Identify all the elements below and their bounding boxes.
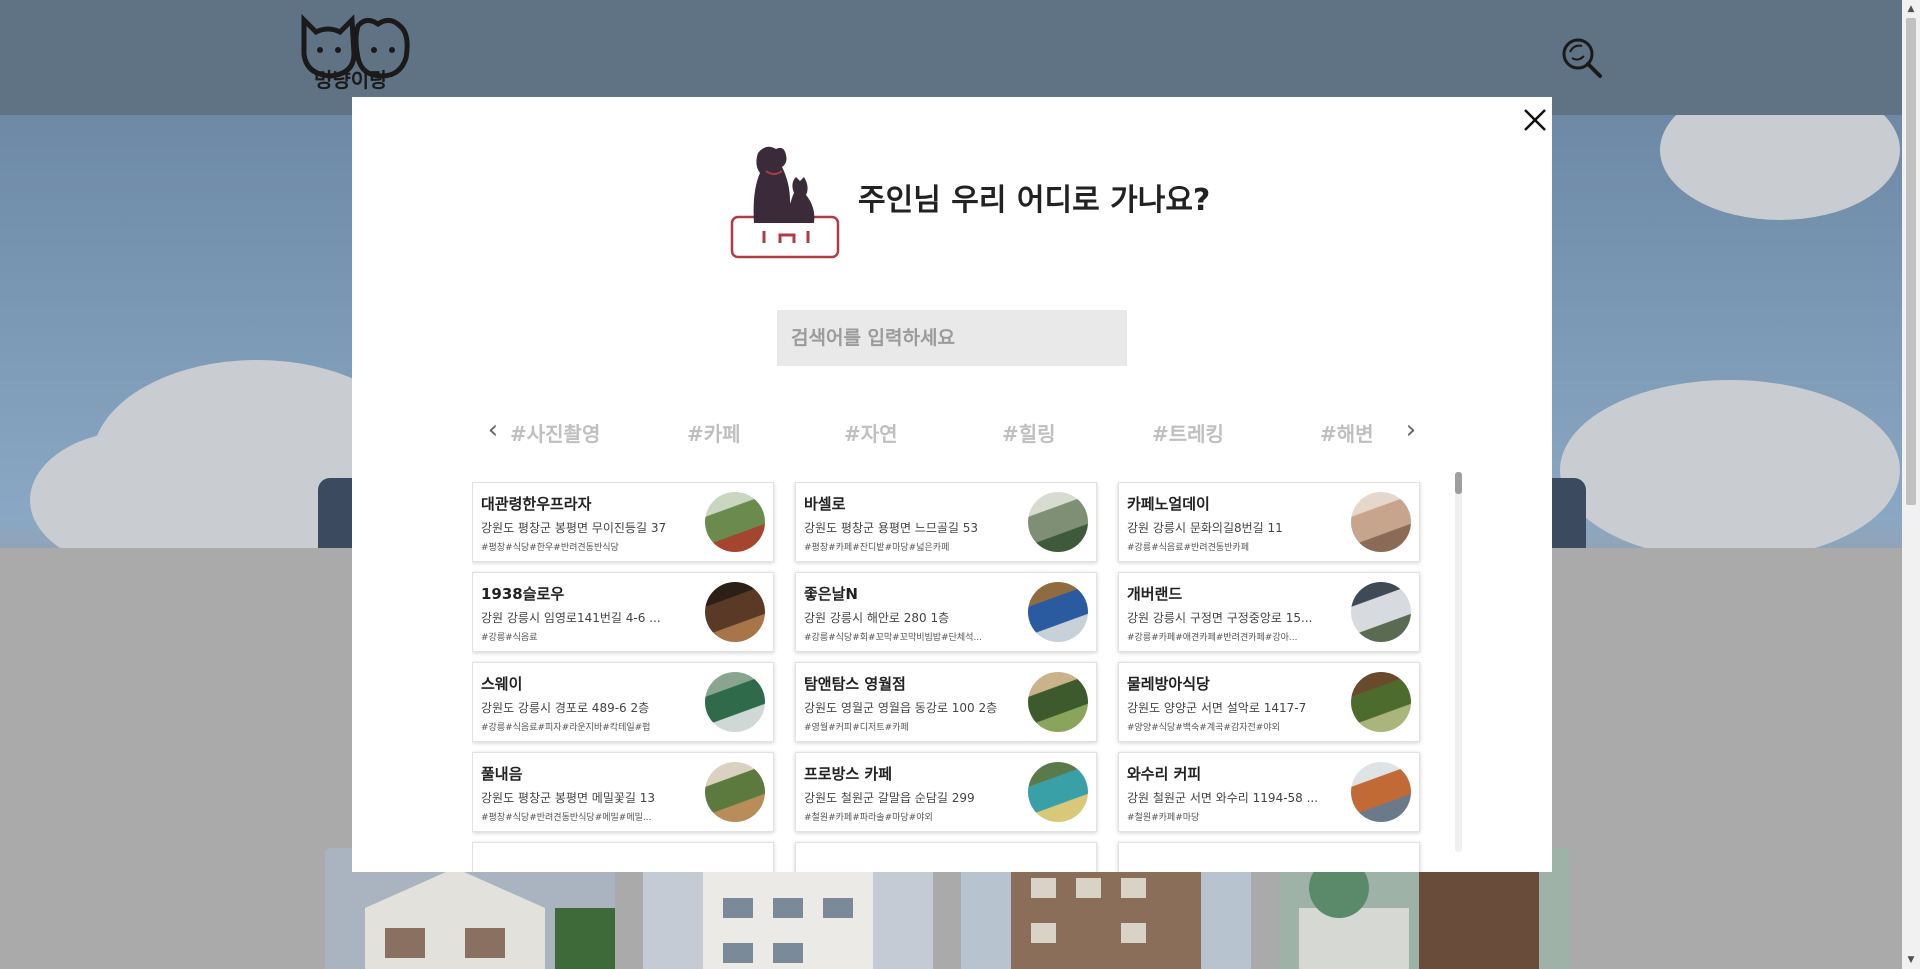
place-thumbnail (705, 492, 765, 552)
place-address: 강원도 철원군 갈말읍 순담길 299 (804, 791, 975, 805)
place-address: 강원 강릉시 임영로141번길 4-6 ... (481, 611, 661, 625)
place-list-scrollbar-thumb[interactable] (1455, 472, 1462, 494)
place-tags: #강릉#식음료#피자#라운지바#칵테일#펍 (481, 723, 651, 733)
place-name: 바셀로 (804, 495, 846, 513)
place-address: 강원도 평창군 봉평면 메밀꽃길 13 (481, 791, 656, 805)
place-address: 강원도 강릉시 경포로 489-6 2층 (481, 701, 650, 715)
place-card[interactable]: 1938슬로우강원 강릉시 임영로141번길 4-6 ... #강릉#식음료 (472, 572, 774, 652)
place-address: 강원 철원군 서면 와수리 1194-58 ... (1127, 791, 1319, 805)
place-tags: #철원#카페#파라솔#마당#야외 (804, 813, 933, 823)
place-name: 스웨이 (481, 675, 523, 693)
place-address: 강원도 영월군 영월읍 동강로 100 2층 (804, 701, 998, 715)
tag-cafe[interactable]: #카페 (687, 418, 741, 447)
place-card[interactable]: 개버랜드강원 강릉시 구정면 구정중앙로 15... #강릉#카페#애견카페#반려… (1118, 572, 1420, 652)
place-name: 1938슬로우 (481, 585, 565, 603)
place-tags: #평창#카페#잔디밭#마당#넓은카페 (804, 543, 950, 553)
tag-carousel: ‹ #사진촬영 #카페 #자연 #힐링 #트레킹 #해변 › (482, 412, 1422, 452)
place-address: 강원 강릉시 문화의길8번길 11 (1127, 521, 1283, 535)
place-name: 탐앤탐스 영월점 (804, 675, 906, 693)
place-card[interactable]: 좋은날N 강원 강릉시 해안로 280 1층 #강릉#식당#회#꼬막#꼬막비빔밥#단… (795, 572, 1097, 652)
place-thumbnail (1351, 672, 1411, 732)
place-card[interactable] (472, 842, 774, 872)
page-scrollbar-thumb[interactable] (1906, 18, 1916, 505)
modal-title: 주인님 우리 어디로 가나요? (858, 183, 1211, 218)
place-thumbnail (1028, 492, 1088, 552)
search-input[interactable] (777, 310, 1127, 366)
place-address: 강원 강릉시 구정면 구정중앙로 15... (1127, 611, 1313, 625)
place-thumbnail (1351, 582, 1411, 642)
place-thumbnail (1028, 672, 1088, 732)
place-card[interactable] (795, 842, 1097, 872)
place-list-scrollbar[interactable] (1455, 472, 1462, 852)
place-card[interactable]: 스웨이강원도 강릉시 경포로 489-6 2층 #강릉#식음료#피자#라운지바#칵… (472, 662, 774, 742)
place-tags: #평창#식당#반려견동반식당#메밀#메밀... (481, 813, 652, 823)
place-address: 강원 강릉시 해안로 280 1층 (804, 611, 950, 625)
place-thumbnail (705, 672, 765, 732)
place-thumbnail (1028, 762, 1088, 822)
place-name: 풀내음 (481, 765, 523, 783)
place-address: 강원도 평창군 봉평면 무이진등길 37 (481, 521, 667, 535)
place-card[interactable] (1118, 842, 1420, 872)
place-thumbnail (705, 762, 765, 822)
place-address: 강원도 양양군 서면 설악로 1417-7 (1127, 701, 1307, 715)
tag-trekking[interactable]: #트레킹 (1152, 418, 1224, 447)
place-tags: #강릉#식음료#반려견동반카페 (1127, 543, 1249, 553)
place-card[interactable]: 카페노얼데이강원 강릉시 문화의길8번길 11 #강릉#식음료#반려견동반카페 (1118, 482, 1420, 562)
place-tags: #강릉#카페#애견카페#반려견카페#강아... (1127, 633, 1298, 643)
place-name: 대관령한우프라자 (481, 495, 592, 513)
place-thumbnail (705, 582, 765, 642)
chevron-right-icon[interactable]: › (1400, 416, 1422, 444)
place-tags: #강릉#식음료 (481, 633, 538, 643)
place-name: 물레방아식당 (1127, 675, 1210, 693)
place-address: 강원도 평창군 용평면 느므골길 53 (804, 521, 979, 535)
place-tags: #양양#식당#백숙#계곡#감자전#야외 (1127, 723, 1280, 733)
tag-beach[interactable]: #해변 (1320, 418, 1374, 447)
place-tags: #평창#식당#한우#반려견동반식당 (481, 543, 619, 553)
close-icon[interactable] (1520, 105, 1550, 135)
dog-cat-suitcase-icon (730, 146, 840, 259)
page-scrollbar[interactable]: ▲ ▼ (1902, 0, 1920, 969)
search-icon[interactable] (1560, 36, 1604, 80)
chevron-left-icon[interactable]: ‹ (482, 416, 504, 444)
place-name: 프로방스 카페 (804, 765, 893, 783)
place-name: 좋은날N (804, 585, 858, 603)
place-thumbnail (1351, 492, 1411, 552)
place-list[interactable]: 대관령한우프라자강원도 평창군 봉평면 무이진등길 37 #평창#식당#한우#반려… (472, 482, 1427, 872)
place-card[interactable]: 풀내음강원도 평창군 봉평면 메밀꽃길 13 #평창#식당#반려견동반식당#메밀#… (472, 752, 774, 832)
tag-photo[interactable]: #사진촬영 (510, 418, 600, 447)
scroll-up-icon[interactable]: ▲ (1902, 0, 1920, 18)
cloud-decoration (1560, 380, 1900, 560)
place-name: 개버랜드 (1127, 585, 1183, 603)
place-tags: #철원#카페#마당 (1127, 813, 1200, 823)
logo-text[interactable]: 멍냥이랑 (314, 64, 388, 93)
place-card[interactable]: 와수리 커피강원 철원군 서면 와수리 1194-58 ... #철원#카페#마당 (1118, 752, 1420, 832)
tag-nature[interactable]: #자연 (844, 418, 898, 447)
tag-healing[interactable]: #힐링 (1002, 418, 1056, 447)
place-card[interactable]: 프로방스 카페강원도 철원군 갈말읍 순담길 299 #철원#카페#파라솔#마당#… (795, 752, 1097, 832)
place-card[interactable]: 대관령한우프라자강원도 평창군 봉평면 무이진등길 37 #평창#식당#한우#반려… (472, 482, 774, 562)
place-tags: #강릉#식당#회#꼬막#꼬막비빔밥#단체석... (804, 633, 983, 643)
place-name: 와수리 커피 (1127, 765, 1202, 783)
place-tags: #영월#커피#디저트#카페 (804, 723, 909, 733)
search-modal: 주인님 우리 어디로 가나요? ‹ #사진촬영 #카페 #자연 #힐링 #트레킹… (352, 97, 1552, 872)
place-thumbnail (1351, 762, 1411, 822)
place-thumbnail (1028, 582, 1088, 642)
place-card[interactable]: 바셀로강원도 평창군 용평면 느므골길 53 #평창#카페#잔디밭#마당#넓은카페 (795, 482, 1097, 562)
place-card[interactable]: 탐앤탐스 영월점강원도 영월군 영월읍 동강로 100 2층 #영월#커피#디저트… (795, 662, 1097, 742)
place-card[interactable]: 물레방아식당강원도 양양군 서면 설악로 1417-7 #양양#식당#백숙#계곡#… (1118, 662, 1420, 742)
place-name: 카페노얼데이 (1127, 495, 1210, 513)
scroll-down-icon[interactable]: ▼ (1902, 951, 1920, 969)
